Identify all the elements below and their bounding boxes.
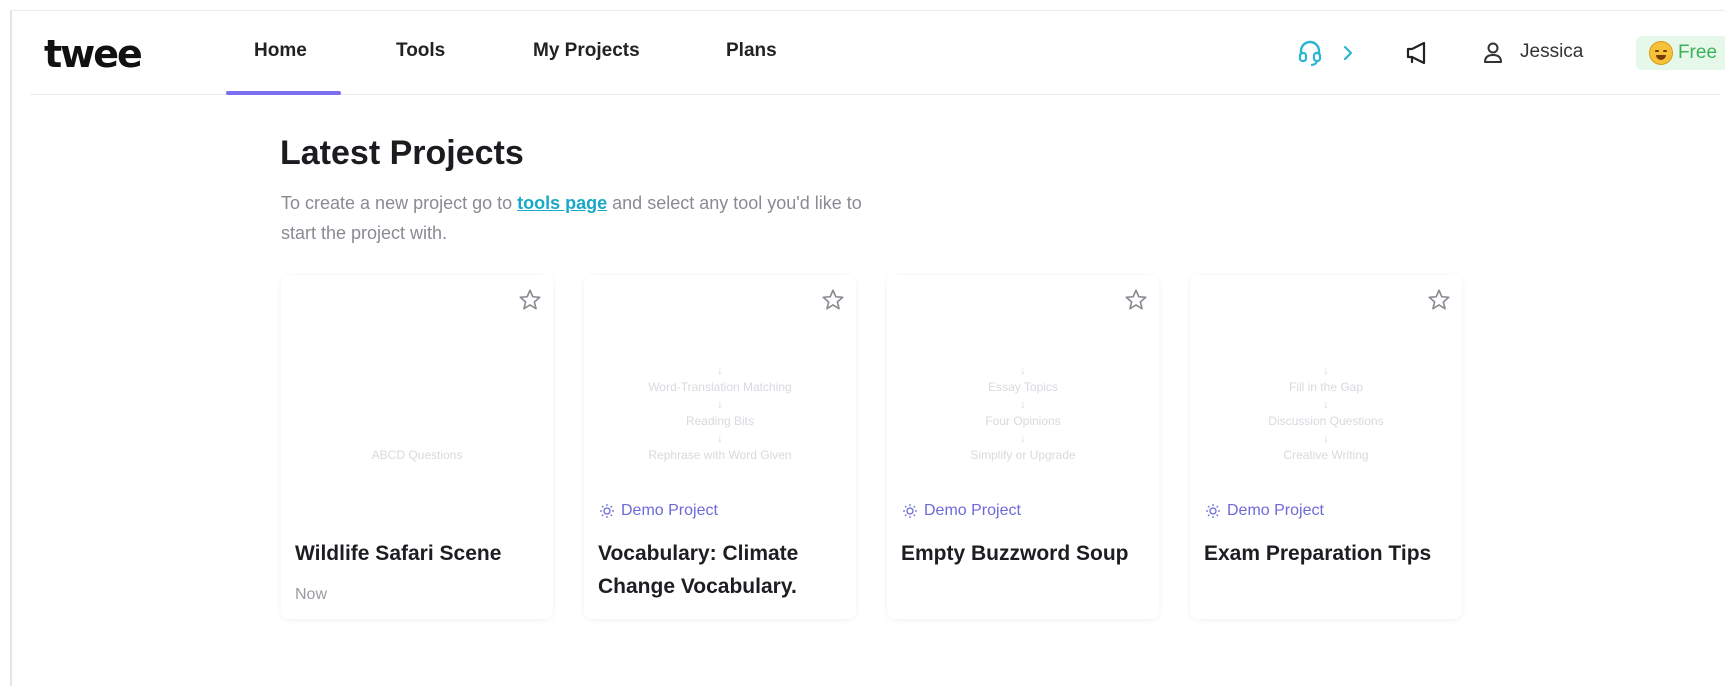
smiley-emoji-icon [1648, 41, 1673, 65]
workflow-preview: ↓ Word-Translation Matching ↓ Reading Bi… [584, 315, 856, 465]
demo-badge-label: Demo Project [924, 502, 1021, 519]
star-icon[interactable] [1123, 287, 1149, 313]
app-frame [10, 10, 1725, 686]
workflow-step: Four Opinions [985, 414, 1061, 428]
workflow-step: Discussion Questions [1268, 414, 1384, 428]
project-card[interactable]: ↓ Fill in the Gap ↓ Discussion Questions… [1190, 275, 1462, 619]
user-name[interactable]: Jessica [1520, 41, 1583, 63]
workflow-step: Creative Writing [1283, 448, 1369, 462]
project-title: Empty Buzzword Soup [901, 542, 1129, 565]
workflow-step: ABCD Questions [371, 448, 463, 462]
workflow-step: Fill in the Gap [1288, 380, 1364, 394]
demo-badge-label: Demo Project [1227, 502, 1324, 519]
subtitle-text-before: To create a new project go to [281, 193, 518, 213]
headset-icon[interactable] [1293, 36, 1327, 70]
plan-badge[interactable]: Free [1636, 36, 1725, 70]
demo-badge: Demo Project [599, 502, 718, 520]
arrow-down-icon: ↓ [1020, 431, 1026, 445]
star-icon[interactable] [517, 287, 543, 313]
nav-plans[interactable]: Plans [726, 40, 777, 62]
tools-page-link[interactable]: tools page [517, 193, 607, 213]
star-icon[interactable] [820, 287, 846, 313]
workflow-step: Essay Topics [988, 380, 1058, 394]
active-tab-indicator [226, 91, 341, 95]
sun-icon [1206, 504, 1220, 518]
workflow-preview: ↓ Essay Topics ↓ Four Opinions ↓ Simplif… [887, 315, 1159, 465]
nav-home[interactable]: Home [254, 40, 307, 62]
demo-badge: Demo Project [902, 502, 1021, 520]
top-navigation-bar: twee Home Tools My Projects Plans Jessic… [30, 14, 1725, 95]
sun-icon [903, 504, 917, 518]
project-title: Exam Preparation Tips [1204, 542, 1432, 565]
arrow-down-icon: ↓ [717, 431, 723, 445]
project-card[interactable]: ↓ Word-Translation Matching ↓ Reading Bi… [584, 275, 856, 619]
workflow-preview: ↓ Fill in the Gap ↓ Discussion Questions… [1190, 315, 1462, 465]
nav-tools[interactable]: Tools [396, 40, 445, 62]
arrow-down-icon: ↓ [1020, 363, 1026, 377]
workflow-step: Reading Bits [685, 414, 755, 428]
arrow-down-icon: ↓ [1323, 397, 1329, 411]
project-title: Vocabulary: Climate Change Vocabulary. [598, 542, 799, 598]
page-title: Latest Projects [280, 134, 524, 172]
demo-badge-label: Demo Project [621, 502, 718, 519]
workflow-step: Simplify or Upgrade [970, 448, 1076, 462]
arrow-down-icon: ↓ [1323, 431, 1329, 445]
project-card[interactable]: ↓ Essay Topics ↓ Four Opinions ↓ Simplif… [887, 275, 1159, 619]
megaphone-icon[interactable] [1400, 36, 1434, 70]
nav-my-projects[interactable]: My Projects [533, 40, 640, 62]
plan-label: Free [1677, 42, 1718, 63]
arrow-down-icon: ↓ [717, 397, 723, 411]
arrow-down-icon: ↓ [717, 363, 723, 377]
workflow-step: Rephrase with Word Given [648, 448, 792, 462]
user-icon[interactable] [1476, 36, 1510, 70]
workflow-preview: ABCD Questions [281, 315, 553, 465]
demo-badge: Demo Project [1205, 502, 1324, 520]
project-card[interactable]: ABCD Questions Wildlife Safari Scene Now [281, 275, 553, 619]
workflow-step: Word-Translation Matching [648, 380, 792, 394]
arrow-down-icon: ↓ [1020, 397, 1026, 411]
page-subtitle: To create a new project go to tools page… [281, 188, 881, 248]
arrow-down-icon: ↓ [1323, 363, 1329, 377]
chevron-right-icon[interactable] [1331, 36, 1365, 70]
project-title: Wildlife Safari Scene [295, 542, 502, 565]
sun-icon [600, 504, 614, 518]
star-icon[interactable] [1426, 287, 1452, 313]
project-date: Now [295, 586, 328, 603]
app-logo[interactable]: twee [44, 32, 143, 76]
